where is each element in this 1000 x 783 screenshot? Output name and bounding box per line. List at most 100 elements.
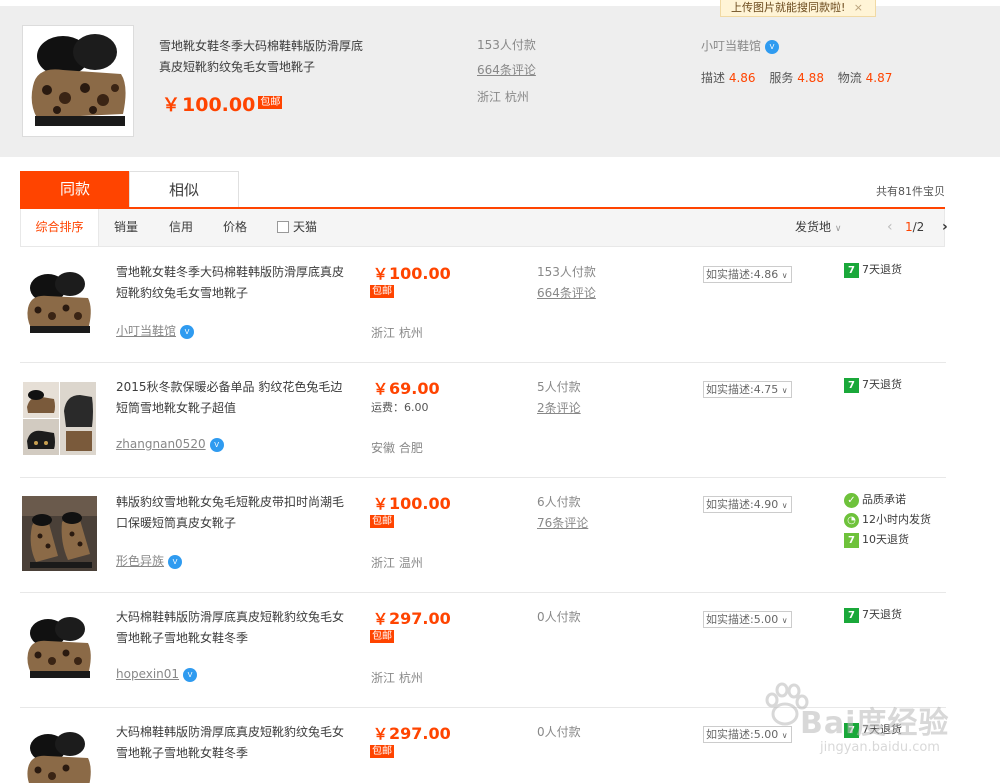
item-paid-count: 6人付款	[537, 495, 581, 509]
clock-icon: ◔	[844, 512, 859, 528]
item-freight: 运费：6.00	[371, 401, 429, 414]
currency-symbol: ￥	[162, 95, 180, 116]
total-count: 共有81件宝贝	[876, 185, 945, 198]
item-paid-count: 0人付款	[537, 725, 581, 739]
currency-symbol: ￥	[373, 725, 389, 743]
service-label: 7天退货	[862, 263, 902, 276]
watermark-url: jingyan.baidu.com	[820, 740, 940, 755]
item-shipping: 包邮	[370, 629, 394, 643]
item-image[interactable]	[22, 726, 97, 783]
item-image[interactable]	[22, 266, 97, 341]
item-services: 7 7天退货	[844, 607, 902, 627]
item-shop[interactable]: 形色异族 V	[116, 552, 183, 569]
score-label: 描述	[701, 71, 726, 85]
description-rating: 如实描述:4.90	[706, 498, 779, 511]
close-icon[interactable]: ×	[854, 0, 863, 15]
product-title[interactable]: 雪地靴女鞋冬季大码棉鞋韩版防滑厚底真皮短靴豹纹兔毛女雪地靴子	[159, 36, 374, 78]
item-paid-count: 153人付款	[537, 265, 596, 279]
list-item: 韩版豹纹雪地靴女兔毛短靴皮带扣时尚潮毛口保暖短筒真皮女靴子 形色异族 V ￥100…	[20, 478, 946, 593]
tmall-label: 天猫	[293, 220, 318, 234]
item-title[interactable]: 韩版豹纹雪地靴女兔毛短靴皮带扣时尚潮毛口保暖短筒真皮女靴子	[116, 492, 348, 534]
price-value: 297.00	[389, 724, 451, 743]
item-services: 7 7天退货	[844, 262, 902, 282]
paid-count: 153人付款	[477, 38, 536, 52]
item-shop-name[interactable]: 小叮当鞋馆	[116, 324, 176, 338]
tmall-checkbox[interactable]	[277, 220, 289, 233]
return-7day-icon: 7	[844, 607, 859, 623]
prev-page-icon[interactable]: ‹	[887, 209, 893, 246]
item-location: 浙江 温州	[371, 556, 423, 570]
item-shop-name[interactable]: hopexin01	[116, 667, 179, 681]
description-rating: 如实描述:4.75	[706, 383, 779, 396]
item-shop[interactable]: 小叮当鞋馆 V	[116, 322, 195, 339]
vip-icon: V	[168, 554, 183, 569]
ship-from-dropdown[interactable]: 发货地 ∨	[795, 209, 841, 248]
tab-same-item[interactable]: 同款	[20, 171, 130, 207]
description-rating-dropdown[interactable]: 如实描述:5.00 ∨	[703, 611, 792, 628]
item-title[interactable]: 大码棉鞋韩版防滑厚底真皮短靴豹纹兔毛女雪地靴子雪地靴女鞋冬季	[116, 722, 348, 764]
item-shop[interactable]: hopexin01 V	[116, 667, 198, 682]
item-title[interactable]: 2015秋冬款保暖必备单品 豹纹花色兔毛边短筒雪地靴女靴子超值	[116, 377, 348, 419]
free-shipping-badge: 包邮	[370, 285, 394, 298]
item-title[interactable]: 大码棉鞋韩版防滑厚底真皮短靴豹纹兔毛女雪地靴子雪地靴女鞋冬季	[116, 607, 348, 649]
tmall-filter[interactable]: 天猫	[277, 209, 317, 246]
service-item: ✓ 品质承诺	[844, 492, 931, 512]
result-tabs: 同款 相似 共有81件宝贝	[20, 171, 945, 209]
chevron-down-icon: ∨	[834, 224, 842, 234]
sort-price[interactable]: 价格	[223, 209, 247, 246]
list-item: 雪地靴女鞋冬季大码棉鞋韩版防滑厚底真皮短靴豹纹兔毛女雪地靴子 小叮当鞋馆 V ￥1…	[20, 248, 946, 363]
page-current: 1	[905, 220, 913, 234]
item-image[interactable]	[22, 611, 97, 686]
sort-credit[interactable]: 信用	[169, 209, 193, 246]
next-page-icon[interactable]: ›	[942, 209, 948, 246]
shop-name-text[interactable]: 小叮当鞋馆	[701, 39, 761, 53]
item-location: 浙江 杭州	[371, 326, 423, 340]
tab-similar[interactable]: 相似	[129, 171, 239, 207]
item-services: 7 7天退货	[844, 377, 902, 397]
ship-from-label: 发货地	[795, 220, 832, 234]
location: 浙江 杭州	[477, 90, 529, 104]
item-image[interactable]	[22, 381, 97, 456]
item-reviews-link[interactable]: 2条评论	[537, 399, 581, 416]
item-price: ￥297.00	[373, 608, 451, 629]
page-total: /2	[912, 220, 925, 234]
service-item: ◔ 12小时内发货	[844, 512, 931, 532]
item-shipping: 包邮	[370, 514, 394, 528]
description-rating-dropdown[interactable]: 如实描述:4.86 ∨	[703, 266, 792, 283]
service-item: 7 7天退货	[844, 377, 902, 397]
sort-sales[interactable]: 销量	[114, 209, 138, 246]
item-shop-name[interactable]: 形色异族	[116, 554, 164, 568]
vip-icon: V	[180, 324, 195, 339]
baidu-watermark: Bai度经验 jingyan.baidu.com	[760, 680, 990, 770]
item-reviews-link[interactable]: 664条评论	[537, 284, 596, 301]
description-rating-dropdown[interactable]: 如实描述:4.90 ∨	[703, 496, 792, 513]
reviews-link[interactable]: 664条评论	[477, 61, 536, 78]
item-location: 安徽 合肥	[371, 441, 423, 455]
free-shipping-badge: 包邮	[370, 515, 394, 528]
description-rating: 如实描述:4.86	[706, 268, 779, 281]
score-label: 服务	[769, 71, 794, 85]
list-item: 2015秋冬款保暖必备单品 豹纹花色兔毛边短筒雪地靴女靴子超值 zhangnan…	[20, 363, 946, 478]
return-10day-icon: 7	[844, 532, 859, 548]
currency-symbol: ￥	[373, 495, 389, 513]
page-indicator: 1/2	[905, 209, 924, 246]
score-value: 4.88	[797, 71, 824, 85]
free-shipping-badge: 包邮	[370, 745, 394, 758]
sort-default[interactable]: 综合排序	[21, 209, 99, 246]
service-label: 品质承诺	[862, 493, 906, 506]
shop-name[interactable]: 小叮当鞋馆 V	[701, 37, 780, 54]
service-label: 10天退货	[862, 533, 909, 546]
quality-promise-icon: ✓	[844, 492, 859, 508]
description-rating-dropdown[interactable]: 如实描述:4.75 ∨	[703, 381, 792, 398]
item-reviews-link[interactable]: 76条评论	[537, 514, 588, 531]
item-title[interactable]: 雪地靴女鞋冬季大码棉鞋韩版防滑厚底真皮短靴豹纹兔毛女雪地靴子	[116, 262, 348, 304]
item-shop[interactable]: zhangnan0520 V	[116, 437, 224, 452]
free-shipping-badge: 包邮	[258, 96, 283, 109]
item-price: ￥69.00	[373, 378, 440, 399]
service-label: 7天退货	[862, 608, 902, 621]
item-shop-name[interactable]: zhangnan0520	[116, 437, 206, 451]
item-image[interactable]	[22, 496, 97, 571]
product-image[interactable]	[22, 25, 134, 137]
price-value: 69.00	[389, 379, 440, 398]
item-paid-count: 5人付款	[537, 380, 581, 394]
